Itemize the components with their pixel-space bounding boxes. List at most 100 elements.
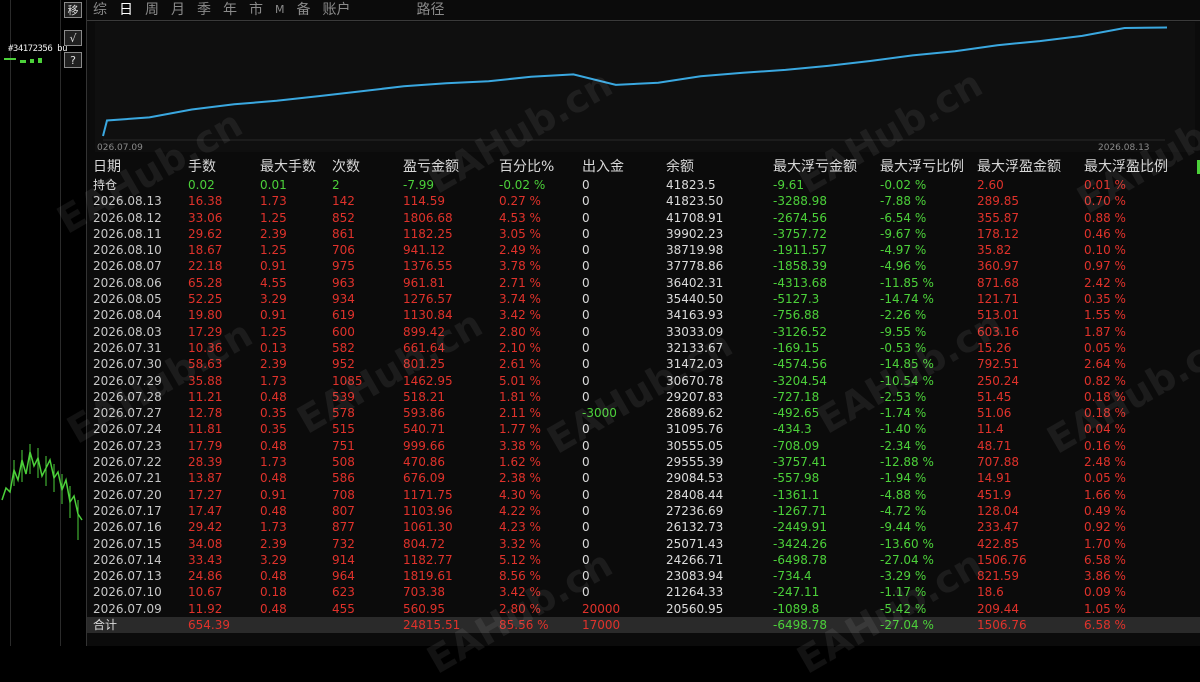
table-row[interactable]: 2026.08.06 65.28 4.55 963 961.81 2.71 % 0 36402… (87, 275, 1200, 291)
cell-max-dd-pct: -9.67 % (880, 226, 927, 241)
table-row[interactable]: 2026.08.05 52.25 3.29 934 1276.57 3.74 % 0 3544… (87, 291, 1200, 307)
column-header[interactable]: 盈亏金额 (403, 157, 459, 177)
column-header[interactable]: 最大浮盈金额 (977, 157, 1061, 177)
move-button[interactable]: 移 (64, 2, 82, 18)
table-row[interactable]: 2026.07.20 17.27 0.91 708 1171.75 4.30 % 0 2840… (87, 487, 1200, 503)
cell-flow: 0 (582, 373, 590, 388)
column-header[interactable]: 手数 (188, 157, 216, 177)
cell-max-dd-pct: -2.34 % (880, 438, 927, 453)
tab-6[interactable]: 市 (249, 1, 263, 19)
cell-max-fp: 178.12 (977, 226, 1019, 241)
table-row[interactable]: 2026.07.10 10.67 0.18 623 703.38 3.42 % 0 21264… (87, 584, 1200, 600)
table-row[interactable]: 2026.07.09 11.92 0.48 455 560.95 2.80 % 20000 2… (87, 601, 1200, 617)
column-header[interactable]: 最大浮盈比例 (1084, 157, 1168, 177)
cell-pnl: 1171.75 (403, 487, 453, 502)
cell-flow: 17000 (582, 618, 621, 633)
cell-max-dd: -1911.57 (773, 243, 827, 258)
cell-count: 582 (332, 340, 355, 355)
table-row[interactable]: 2026.07.15 34.08 2.39 732 804.72 3.32 % 0 25071… (87, 536, 1200, 552)
holding-row[interactable]: 持仓 0.02 0.01 2 -7.99 -0.02 % 0 41823.5 -9.61 -0.0… (87, 177, 1200, 193)
table-row[interactable]: 2026.07.17 17.47 0.48 807 1103.96 4.22 % 0 2723… (87, 503, 1200, 519)
cell-date: 2026.08.10 (93, 243, 162, 258)
help-button[interactable]: ? (64, 52, 82, 68)
table-row[interactable]: 2026.07.14 33.43 3.29 914 1182.77 5.12 % 0 2426… (87, 552, 1200, 568)
column-header[interactable]: 最大浮亏金额 (773, 157, 857, 177)
tab-8[interactable]: 备 (297, 1, 311, 19)
cell-lots: 28.39 (188, 455, 223, 470)
table-row[interactable]: 2026.07.27 12.78 0.35 578 593.86 2.11 % -3000 2… (87, 405, 1200, 421)
tab-9[interactable]: 账户 (323, 1, 351, 19)
cell-pct: 85.56 % (499, 618, 549, 633)
tab-5[interactable]: 年 (223, 1, 237, 19)
cell-max-lots: 1.73 (260, 194, 287, 209)
tab-10[interactable]: 路径 (417, 1, 445, 19)
tab-7[interactable]: M (275, 1, 285, 19)
cell-flow: 0 (582, 243, 590, 258)
ticker-label: #34172356 bu (8, 44, 68, 54)
table-row[interactable]: 2026.07.13 24.86 0.48 964 1819.61 8.56 % 0 2308… (87, 568, 1200, 584)
cell-max-fp-pct: 1.87 % (1084, 324, 1126, 339)
cell-max-dd-pct: -6.54 % (880, 210, 927, 225)
cell-max-fp-pct: 0.46 % (1084, 226, 1126, 241)
tab-2[interactable]: 周 (145, 1, 159, 19)
cell-pnl: 1182.77 (403, 552, 453, 567)
table-row[interactable]: 2026.08.10 18.67 1.25 706 941.12 2.49 % 0 38719… (87, 242, 1200, 258)
table-row[interactable]: 2026.08.03 17.29 1.25 600 899.42 2.80 % 0 33033… (87, 324, 1200, 340)
column-header[interactable]: 次数 (332, 157, 360, 177)
cell-max-fp-pct: 0.70 % (1084, 194, 1126, 209)
table-row[interactable]: 2026.07.24 11.81 0.35 515 540.71 1.77 % 0 31095… (87, 421, 1200, 437)
cell-max-dd: -3204.54 (773, 373, 827, 388)
column-header[interactable]: 百分比% (499, 157, 554, 177)
table-row[interactable]: 2026.08.07 22.18 0.91 975 1376.55 3.78 % 0 3777… (87, 258, 1200, 274)
cell-flow: 0 (582, 520, 590, 535)
cell-pct: 2.80 % (499, 601, 541, 616)
cell-max-fp: 14.91 (977, 471, 1012, 486)
table-row[interactable]: 2026.08.12 33.06 1.25 852 1806.68 4.53 % 0 4170… (87, 210, 1200, 226)
column-header[interactable]: 出入金 (582, 157, 624, 177)
table-header: 日期 手数 最大手数 次数 盈亏金额 百分比% 出入金 余额 最大浮亏金额 最大浮亏比例 最大浮盈金… (87, 157, 1200, 177)
table-row[interactable]: 2026.07.31 10.36 0.13 582 661.64 2.10 % 0 32133… (87, 340, 1200, 356)
table-row[interactable]: 2026.07.22 28.39 1.73 508 470.86 1.62 % 0 29555… (87, 454, 1200, 470)
cell-max-fp: 128.04 (977, 503, 1019, 518)
total-row[interactable]: 合计 654.39 24815.51 85.56 % 17000 -6498.78 -27.… (87, 617, 1200, 634)
tab-4[interactable]: 季 (197, 1, 211, 19)
tab-3[interactable]: 月 (171, 1, 185, 19)
cell-flow: 0 (582, 455, 590, 470)
table-row[interactable]: 2026.07.28 11.21 0.48 539 518.21 1.81 % 0 29207… (87, 389, 1200, 405)
cell-max-fp: 250.24 (977, 373, 1019, 388)
table-row[interactable]: 2026.08.04 19.80 0.91 619 1130.84 3.42 % 0 3416… (87, 307, 1200, 323)
tab-0[interactable]: 综 (93, 1, 107, 19)
cell-max-dd-pct: -10.54 % (880, 373, 934, 388)
cell-pct: 2.10 % (499, 340, 541, 355)
cell-max-lots: 0.91 (260, 259, 287, 274)
column-header[interactable]: 余额 (666, 157, 694, 177)
column-header[interactable]: 最大浮亏比例 (880, 157, 964, 177)
cell-max-lots: 0.18 (260, 585, 287, 600)
cell-max-lots: 0.48 (260, 601, 287, 616)
cell-max-dd-pct: -1.74 % (880, 406, 927, 421)
tab-1[interactable]: 日 (119, 1, 133, 19)
cell-max-fp: 360.97 (977, 259, 1019, 274)
cell-max-dd: -6498.78 (773, 552, 827, 567)
cell-max-lots: 3.29 (260, 552, 287, 567)
cell-pnl: 961.81 (403, 275, 445, 290)
cell-balance: 25071.43 (666, 536, 724, 551)
cell-pct: 3.05 % (499, 226, 541, 241)
table-row[interactable]: 2026.07.16 29.42 1.73 877 1061.30 4.23 % 0 2613… (87, 519, 1200, 535)
cell-pct: -0.02 % (499, 178, 546, 192)
cell-count: 578 (332, 406, 355, 421)
cell-pct: 3.78 % (499, 259, 541, 274)
cell-balance: 41708.91 (666, 210, 724, 225)
cell-lots: 10.36 (188, 340, 223, 355)
cell-max-dd: -3126.52 (773, 324, 827, 339)
cell-count: 1085 (332, 373, 363, 388)
table-row[interactable]: 2026.07.29 35.88 1.73 1085 1462.95 5.01 % 0 306… (87, 373, 1200, 389)
cell-max-dd: -6498.78 (773, 618, 827, 633)
table-row[interactable]: 2026.07.23 17.79 0.48 751 999.66 3.38 % 0 30555… (87, 438, 1200, 454)
column-header[interactable]: 最大手数 (260, 157, 316, 177)
table-row[interactable]: 2026.08.11 29.62 2.39 861 1182.25 3.05 % 0 3990… (87, 226, 1200, 242)
table-row[interactable]: 2026.08.13 16.38 1.73 142 114.59 0.27 % 0 41823… (87, 193, 1200, 209)
table-row[interactable]: 2026.07.21 13.87 0.48 586 676.09 2.38 % 0 29084… (87, 470, 1200, 486)
table-row[interactable]: 2026.07.30 58.63 2.39 952 801.25 2.61 % 0 31472… (87, 356, 1200, 372)
column-header[interactable]: 日期 (93, 157, 121, 177)
